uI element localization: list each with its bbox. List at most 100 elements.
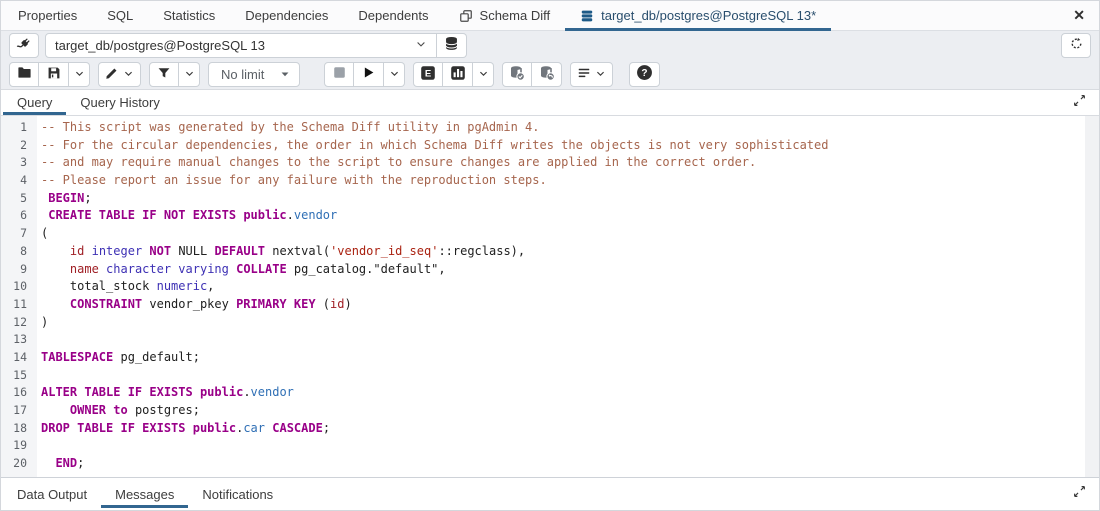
chevron-down-icon [389, 67, 400, 82]
open-file-button[interactable] [9, 62, 39, 87]
code-line: -- and may require manual changes to the… [41, 154, 1085, 172]
code-line: END; [41, 455, 1085, 473]
tab-statistics[interactable]: Statistics [148, 1, 230, 30]
edit-menu-button[interactable] [98, 62, 141, 87]
code-line: CONSTRAINT vendor_pkey PRIMARY KEY (id) [41, 296, 1085, 314]
code-line: CREATE TABLE IF NOT EXISTS public.vendor [41, 207, 1085, 225]
tab-query-history[interactable]: Query History [66, 90, 173, 115]
line-number: 18 [1, 420, 27, 438]
tab-label: Dependencies [245, 8, 328, 23]
editor-gutter: 1234567891011121314151617181920 [1, 116, 37, 477]
play-icon [362, 66, 375, 82]
editor-expand-button[interactable] [1060, 94, 1099, 112]
tab-dependencies[interactable]: Dependencies [230, 1, 343, 30]
save-icon [47, 66, 61, 83]
commit-button[interactable] [502, 62, 532, 87]
output-tab-bar: Data Output Messages Notifications [1, 477, 1099, 510]
save-menu-button[interactable] [69, 62, 90, 87]
code-line: -- Please report an issue for any failur… [41, 172, 1085, 190]
help-icon: ? [636, 64, 653, 84]
line-number: 15 [1, 367, 27, 385]
limit-value: No limit [221, 67, 264, 82]
connection-select[interactable]: target_db/postgres@PostgreSQL 13 [45, 33, 437, 58]
tab-dependents[interactable]: Dependents [343, 1, 443, 30]
tab-messages[interactable]: Messages [101, 478, 188, 510]
rollback-button[interactable] [532, 62, 562, 87]
tab-properties[interactable]: Properties [3, 1, 92, 30]
expand-icon [1073, 485, 1086, 503]
code-line: BEGIN; [41, 190, 1085, 208]
line-number: 2 [1, 137, 27, 155]
line-number: 9 [1, 261, 27, 279]
tab-label: Notifications [202, 487, 273, 502]
database-plus-icon [444, 36, 459, 54]
editor-scrollbar[interactable] [1085, 116, 1099, 477]
code-line: OWNER to postgres; [41, 402, 1085, 420]
save-button[interactable] [39, 62, 69, 87]
line-number: 16 [1, 384, 27, 402]
main-tabs: Properties SQL Statistics Dependencies Depen… [3, 1, 831, 30]
close-icon[interactable]: ✕ [1059, 7, 1099, 24]
tab-label: Schema Diff [480, 8, 551, 23]
line-number: 17 [1, 402, 27, 420]
reset-layout-button[interactable] [1061, 33, 1091, 58]
sql-editor[interactable]: 1234567891011121314151617181920 -- This … [1, 116, 1099, 477]
circular-arrow-icon [1069, 36, 1084, 54]
filter-button[interactable] [149, 62, 179, 87]
cancel-query-button[interactable] [324, 62, 354, 87]
code-line: ) [41, 314, 1085, 332]
chevron-down-icon [74, 67, 85, 82]
tab-label: Data Output [17, 487, 87, 502]
macro-menu-button[interactable] [570, 62, 613, 87]
filter-menu-button[interactable] [179, 62, 200, 87]
new-connection-button[interactable] [437, 33, 467, 58]
code-line: -- This script was generated by the Sche… [41, 119, 1085, 137]
database-check-icon [509, 65, 525, 84]
line-number: 1 [1, 119, 27, 137]
tab-query[interactable]: Query [3, 90, 66, 115]
line-number: 19 [1, 437, 27, 455]
code-line: -- For the circular dependencies, the or… [41, 137, 1085, 155]
explain-button[interactable]: E [413, 62, 443, 87]
connection-status-button[interactable] [9, 33, 39, 58]
folder-icon [17, 65, 32, 83]
line-number: 3 [1, 154, 27, 172]
line-number: 13 [1, 331, 27, 349]
tab-label: Query History [80, 95, 159, 110]
help-button[interactable]: ? [629, 62, 660, 87]
query-tabs: Query Query History [3, 90, 174, 115]
tab-label: Properties [18, 8, 77, 23]
database-icon [580, 9, 594, 23]
tab-target-db-postgres-postgresql-13[interactable]: target_db/postgres@PostgreSQL 13* [565, 1, 831, 30]
tab-sql[interactable]: SQL [92, 1, 148, 30]
line-number: 7 [1, 225, 27, 243]
tab-notifications[interactable]: Notifications [188, 478, 287, 510]
code-line: total_stock numeric, [41, 278, 1085, 296]
bar-chart-icon [450, 65, 466, 84]
connection-value: target_db/postgres@PostgreSQL 13 [55, 38, 265, 53]
tab-schema-diff[interactable]: Schema Diff [444, 1, 566, 30]
code-line [41, 437, 1085, 455]
stop-icon [333, 66, 346, 82]
tab-label: SQL [107, 8, 133, 23]
query-tab-bar: Query Query History [1, 90, 1099, 116]
explain-menu-button[interactable] [473, 62, 494, 87]
line-number: 5 [1, 190, 27, 208]
output-expand-button[interactable] [1060, 485, 1099, 503]
chevron-down-icon [478, 67, 489, 82]
tab-data-output[interactable]: Data Output [3, 478, 101, 510]
line-number: 4 [1, 172, 27, 190]
main-tab-bar: Properties SQL Statistics Dependencies Depen… [1, 1, 1099, 31]
limit-select[interactable]: No limit [208, 62, 300, 87]
diff-icon [459, 9, 473, 23]
code-line: ( [41, 225, 1085, 243]
connection-row: target_db/postgres@PostgreSQL 13 [1, 31, 1099, 59]
line-number: 20 [1, 455, 27, 473]
svg-text:E: E [425, 68, 431, 79]
tab-label: Statistics [163, 8, 215, 23]
code-line: DROP TABLE IF EXISTS public.car CASCADE; [41, 420, 1085, 438]
editor-code[interactable]: -- This script was generated by the Sche… [37, 116, 1085, 477]
explain-analyze-button[interactable] [443, 62, 473, 87]
execute-menu-button[interactable] [384, 62, 405, 87]
execute-button[interactable] [354, 62, 384, 87]
